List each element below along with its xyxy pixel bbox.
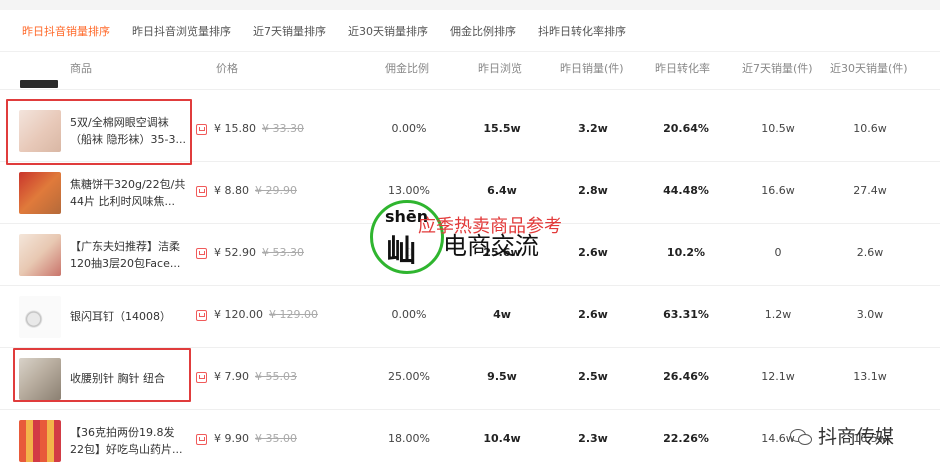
sales: 2.6w bbox=[578, 246, 608, 259]
commission: 0.00% bbox=[391, 122, 427, 135]
tab-commission[interactable]: 佣金比例排序 bbox=[450, 23, 516, 39]
price: ¥ 8.80 ¥ 29.90 bbox=[214, 184, 297, 197]
sort-tabs: 昨日抖音销量排序 昨日抖音浏览量排序 近7天销量排序 近30天销量排序 佣金比例… bbox=[0, 10, 940, 52]
views: 6.4w bbox=[487, 184, 517, 197]
product-image[interactable] bbox=[19, 296, 61, 338]
tab-yesterday-sales[interactable]: 昨日抖音销量排序 bbox=[22, 23, 110, 39]
price: ¥ 120.00 ¥ 129.00 bbox=[214, 308, 318, 321]
sales-30day: 13.1w bbox=[853, 370, 887, 383]
price: ¥ 52.90 ¥ 53.30 bbox=[214, 246, 304, 259]
sales: 2.5w bbox=[578, 370, 608, 383]
col-sales: 昨日销量(件) bbox=[560, 62, 624, 75]
cart-icon[interactable] bbox=[196, 124, 207, 135]
price: ¥ 15.80 ¥ 33.30 bbox=[214, 122, 304, 135]
commission: 25.00% bbox=[388, 370, 430, 383]
highlight-box bbox=[6, 99, 192, 165]
wechat-icon bbox=[790, 427, 812, 445]
sales-30day: 2.6w bbox=[856, 246, 884, 259]
footer-brand: 抖商传媒 bbox=[790, 422, 894, 449]
watermark-glyph: 屾 bbox=[386, 234, 416, 269]
product-image[interactable] bbox=[19, 234, 61, 276]
sales-7day: 12.1w bbox=[761, 370, 795, 383]
conversion: 26.46% bbox=[663, 370, 709, 383]
product-name[interactable]: 银闪耳钉（14008） bbox=[70, 308, 188, 325]
col-views: 昨日浏览 bbox=[478, 62, 522, 75]
sales-7day: 1.2w bbox=[764, 308, 792, 321]
cart-icon[interactable] bbox=[196, 248, 207, 259]
cart-icon[interactable] bbox=[196, 372, 207, 383]
views: 9.5w bbox=[487, 370, 517, 383]
cart-icon[interactable] bbox=[196, 186, 207, 197]
tab-7day-sales[interactable]: 近7天销量排序 bbox=[253, 23, 326, 39]
sales: 2.8w bbox=[578, 184, 608, 197]
views: 15.5w bbox=[483, 122, 521, 135]
tab-30day-sales[interactable]: 近30天销量排序 bbox=[348, 23, 428, 39]
product-name[interactable]: 【广东夫妇推荐】洁柔120抽3层20包Face... bbox=[70, 238, 188, 272]
original-price: ¥ 53.30 bbox=[262, 246, 304, 259]
conversion: 63.31% bbox=[663, 308, 709, 321]
col-commission: 佣金比例 bbox=[385, 62, 429, 75]
cart-icon[interactable] bbox=[196, 310, 207, 321]
col-sales30: 近30天销量(件) bbox=[830, 62, 908, 75]
partial-product-thumb bbox=[20, 80, 58, 88]
table-header: 商品 价格 佣金比例 昨日浏览 昨日销量(件) 昨日转化率 近7天销量(件) 近… bbox=[0, 56, 940, 78]
price: ¥ 9.90 ¥ 35.00 bbox=[214, 432, 297, 445]
sales-30day: 10.6w bbox=[853, 122, 887, 135]
product-image[interactable] bbox=[19, 172, 61, 214]
tab-conversion[interactable]: 抖昨日转化率排序 bbox=[538, 23, 626, 39]
original-price: ¥ 29.90 bbox=[255, 184, 297, 197]
col-product: 商品 bbox=[70, 62, 92, 75]
sales: 2.6w bbox=[578, 308, 608, 321]
original-price: ¥ 35.00 bbox=[255, 432, 297, 445]
col-conversion: 昨日转化率 bbox=[655, 62, 710, 75]
sales-30day: 3.0w bbox=[856, 308, 884, 321]
commission: 18.00% bbox=[388, 432, 430, 445]
sales-7day: 16.6w bbox=[761, 184, 795, 197]
divider bbox=[0, 89, 940, 90]
footer-brand-text: 抖商传媒 bbox=[818, 426, 895, 448]
conversion: 44.48% bbox=[663, 184, 709, 197]
conversion: 22.26% bbox=[663, 432, 709, 445]
original-price: ¥ 55.03 bbox=[255, 370, 297, 383]
conversion: 10.2% bbox=[666, 246, 706, 259]
product-image[interactable] bbox=[19, 420, 61, 462]
sales-7day: 0 bbox=[774, 246, 782, 259]
product-name[interactable]: 【36克拍两份19.8发22包】好吃鸟山药片... bbox=[70, 424, 188, 458]
sales: 3.2w bbox=[578, 122, 608, 135]
tab-yesterday-views[interactable]: 昨日抖音浏览量排序 bbox=[132, 23, 231, 39]
col-sales7: 近7天销量(件) bbox=[742, 62, 813, 75]
price: ¥ 7.90 ¥ 55.03 bbox=[214, 370, 297, 383]
highlight-box bbox=[13, 348, 191, 402]
watermark-text: 电商交流 bbox=[443, 232, 539, 260]
commission: 0.00% bbox=[391, 308, 427, 321]
views: 4w bbox=[493, 308, 511, 321]
original-price: ¥ 33.30 bbox=[262, 122, 304, 135]
col-price: 价格 bbox=[216, 62, 238, 75]
product-name[interactable]: 焦糖饼干320g/22包/共44片 比利时风味焦... bbox=[70, 176, 188, 210]
commission: 13.00% bbox=[388, 184, 430, 197]
table-row[interactable]: 银闪耳钉（14008） ¥ 120.00 ¥ 129.00 0.00% 4w 2.… bbox=[0, 286, 940, 348]
original-price: ¥ 129.00 bbox=[268, 308, 318, 321]
sales-30day: 27.4w bbox=[853, 184, 887, 197]
top-strip bbox=[0, 0, 940, 10]
views: 10.4w bbox=[483, 432, 521, 445]
cart-icon[interactable] bbox=[196, 434, 207, 445]
sales-7day: 10.5w bbox=[761, 122, 795, 135]
conversion: 20.64% bbox=[663, 122, 709, 135]
sales: 2.3w bbox=[578, 432, 608, 445]
